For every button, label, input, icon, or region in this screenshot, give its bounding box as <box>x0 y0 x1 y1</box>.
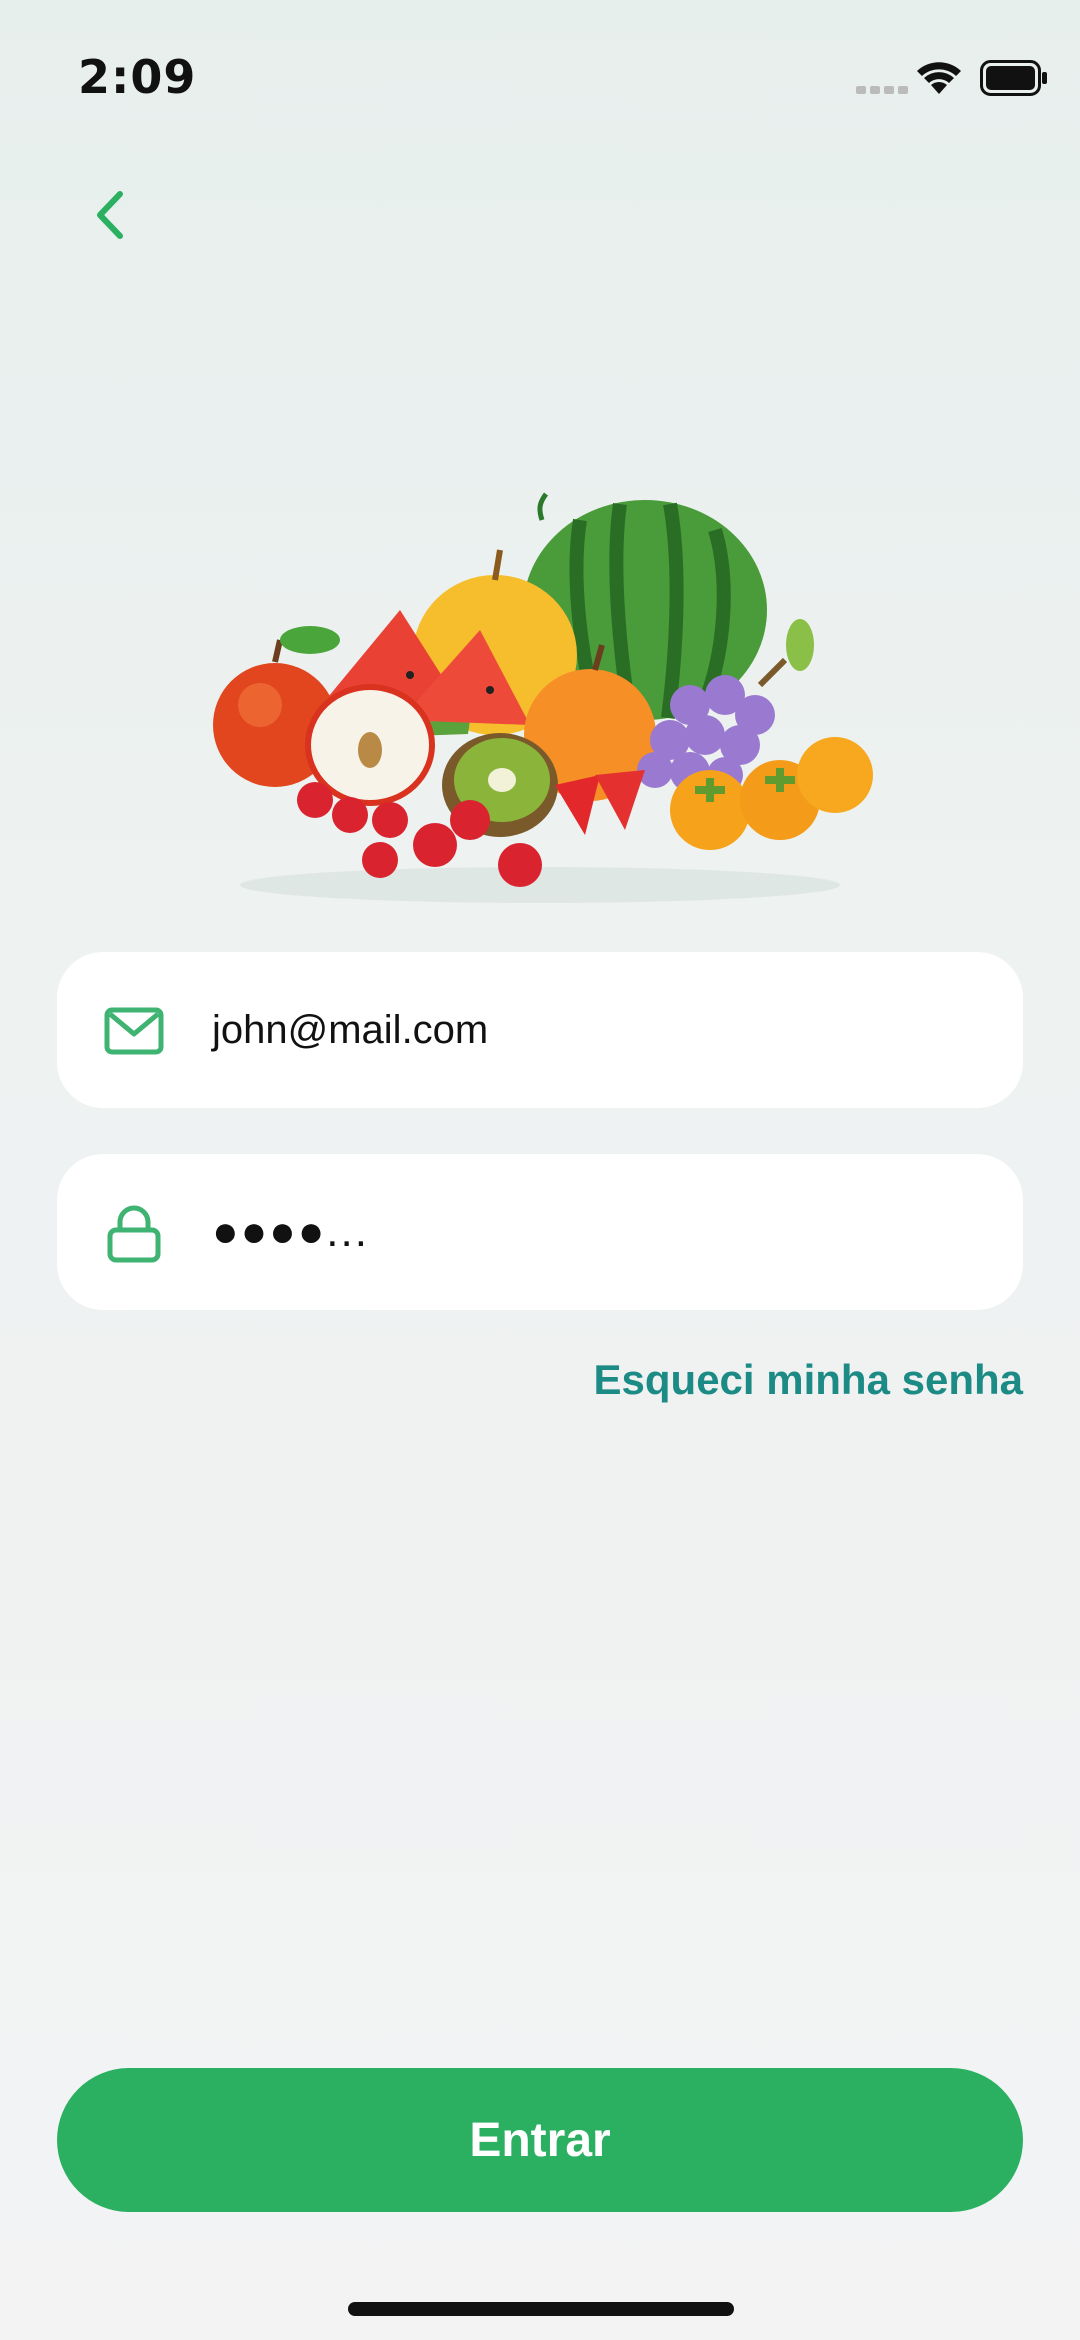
lock-icon <box>107 1205 161 1263</box>
password-field[interactable]: ●●●●... <box>57 1154 1023 1310</box>
back-button[interactable] <box>70 175 150 255</box>
status-time: 2:09 <box>78 50 197 104</box>
password-value: ●●●●... <box>212 1207 369 1256</box>
fruits-illustration <box>213 492 873 903</box>
chevron-left-icon <box>97 191 123 239</box>
mail-icon <box>104 1007 164 1055</box>
status-bar: 2:09 <box>0 0 1080 150</box>
submit-button[interactable]: Entrar <box>57 2068 1023 2212</box>
email-field[interactable]: john@mail.com <box>57 952 1023 1108</box>
forgot-password-link[interactable]: Esqueci minha senha <box>594 1356 1023 1404</box>
home-indicator <box>348 2302 734 2316</box>
signal-icon <box>856 86 908 94</box>
email-value: john@mail.com <box>212 1007 489 1052</box>
battery-icon <box>980 60 1047 96</box>
wifi-icon <box>917 62 961 94</box>
